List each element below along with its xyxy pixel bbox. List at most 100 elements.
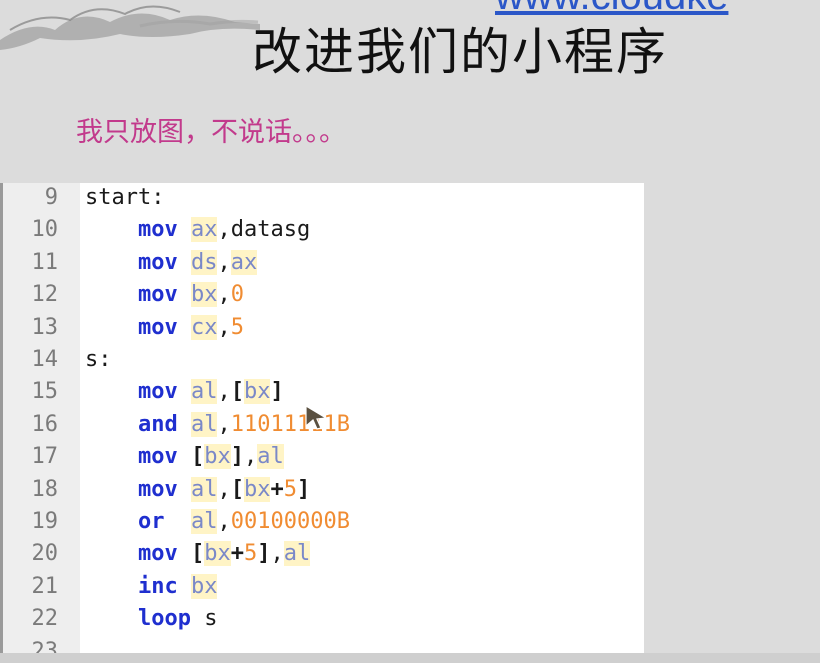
code-token: inc [137,573,178,599]
code-token: , [217,249,231,275]
line-number: 11 [31,249,59,275]
code-line[interactable]: 11 mov ds,ax [0,247,644,279]
code-token: bx [190,282,218,308]
code-token: bx [204,541,231,567]
code-token: + [230,541,244,567]
code-token: s [190,606,218,632]
code-token: loop [137,606,191,632]
code-token: , [217,282,231,308]
line-number: 14 [31,347,59,372]
slide-title: 改进我们的小程序 [252,23,668,81]
code-text: inc bx [85,571,218,603]
code-token: , [217,476,231,502]
code-text: mov al,[bx] [85,376,284,408]
mouse-pointer-icon [305,404,328,430]
code-line[interactable]: 14 s: [0,344,644,376]
code-token: , [217,411,231,437]
code-token: 11011111B [230,411,350,437]
code-text: mov [bx+5],al [85,538,311,570]
ink-mountain-decoration [0,5,260,50]
code-token: ] [296,476,311,502]
line-number: 18 [31,476,59,502]
bottom-bar [0,653,820,663]
code-token: bx [204,444,231,470]
code-token: , [243,444,258,470]
code-token: 0 [230,282,244,308]
code-line[interactable]: 12 mov bx,0 [0,279,644,311]
code-token: , [217,314,231,340]
code-token: ] [230,444,244,470]
code-token: al [190,379,218,405]
code-token: , [217,509,231,534]
code-token: mov [137,476,178,502]
code-text: mov [bx],al [85,441,284,473]
code-text: mov ds,ax [85,247,258,279]
code-token: s: [85,347,112,372]
code-token: bx [190,573,218,599]
code-token: , [217,379,231,405]
code-text: mov bx,0 [85,279,244,311]
line-number: 12 [31,282,59,308]
code-token: mov [137,379,178,405]
code-token: mov [137,541,178,567]
code-text: mov ax,datasg [85,214,310,246]
line-number: 23 [31,638,59,653]
code-token: ax [230,249,258,275]
line-number: 10 [31,217,59,243]
code-token: 00100000B [230,509,350,534]
code-line[interactable]: 18 mov al,[bx+5] [0,474,644,506]
code-token: mov [137,314,178,340]
code-token: mov [137,444,178,470]
line-number: 13 [31,314,59,340]
code-line[interactable]: 13 mov cx,5 [0,312,644,344]
slide: www.cloudke 改进我们的小程序 我只放图，不说话。。。 9start:… [0,0,820,663]
code-token: bx [243,476,271,502]
code-token: al [257,444,284,470]
code-token: [ [190,541,205,567]
code-line[interactable]: 17 mov [bx],al [0,441,644,473]
code-text: mov al,[bx+5] [85,474,310,506]
code-text: s: [85,344,112,376]
code-token: or [137,509,165,534]
code-token: [ [230,476,244,502]
code-line[interactable]: 20 mov [bx+5],al [0,538,644,570]
code-text: or al,00100000B [85,506,350,538]
code-token: ds [190,249,218,275]
line-number: 15 [31,379,59,405]
code-token: + [270,476,284,502]
code-token: ] [270,379,284,405]
code-line[interactable]: 23 [0,636,644,653]
code-line[interactable]: 10 mov ax,datasg [0,214,644,246]
code-token: ax [190,217,218,243]
line-number: 9 [44,185,58,210]
code-token: ,datasg [217,217,311,243]
code-line[interactable]: 19 or al,00100000B [0,506,644,538]
line-number: 21 [31,573,59,599]
code-token: 5 [283,476,297,502]
code-token: 5 [230,314,244,340]
code-token: al [190,509,218,534]
code-text: loop s [85,603,217,635]
code-token: al [190,411,218,437]
line-number: 20 [31,541,59,567]
code-line[interactable]: 22 loop s [0,603,644,635]
code-token: mov [137,217,178,243]
line-number: 22 [31,606,59,632]
code-token: [ [230,379,244,405]
code-token: cx [190,314,218,340]
code-text: mov cx,5 [85,312,244,344]
code-token: mov [137,282,178,308]
code-token: al [190,476,218,502]
line-number: 16 [31,411,59,437]
code-line[interactable]: 9 start: [0,183,644,214]
code-line[interactable]: 21 inc bx [0,571,644,603]
code-token: bx [243,379,271,405]
code-token: , [270,541,284,567]
